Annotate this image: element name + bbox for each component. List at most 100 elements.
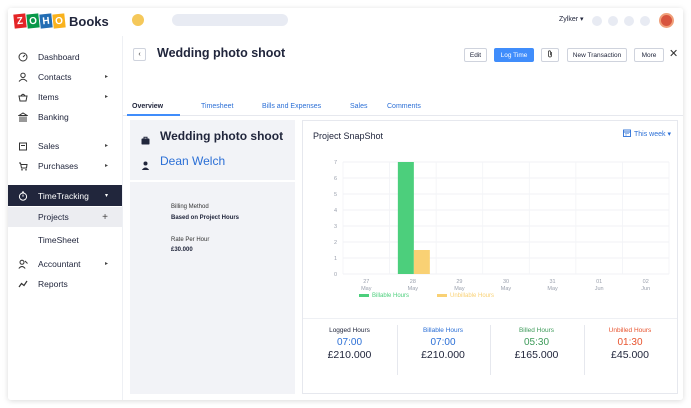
- unbillable-bar: [413, 250, 430, 274]
- bank-icon: [18, 111, 28, 122]
- summary-hours: 01:30: [617, 337, 643, 348]
- sidebar-item-dashboard[interactable]: Dashboard: [8, 46, 122, 67]
- chevron-right-icon: ▸: [104, 163, 108, 169]
- logo-letter: H: [39, 13, 53, 29]
- x-tick-label: May: [454, 286, 465, 292]
- new-transaction-button[interactable]: New Transaction: [567, 48, 627, 62]
- settings-icon[interactable]: [624, 16, 634, 26]
- x-tick-label: May: [408, 286, 419, 292]
- summary-hours: 07:00: [336, 337, 363, 348]
- tab-timesheet[interactable]: Timesheet: [201, 103, 233, 110]
- summary-logged-hours: Logged Hours 07:00 £210.000: [303, 327, 396, 361]
- y-tick-label: 5: [334, 192, 337, 198]
- project-name-row: Wedding photo shoot: [141, 129, 283, 144]
- divider: [490, 325, 491, 375]
- x-tick-label: 31: [550, 279, 556, 285]
- zoho-books-logo[interactable]: Z O H O Books: [13, 13, 109, 29]
- sidebar-item-accountant[interactable]: Accountant ▸: [8, 253, 122, 274]
- summary-amount: £165.000: [514, 349, 559, 361]
- tab-bills-and-expenses[interactable]: Bills and Expenses: [262, 103, 321, 110]
- sidebar-item-label: Projects: [38, 212, 69, 222]
- billing-method-value: Based on Project Hours: [171, 215, 240, 221]
- calendar-icon: [623, 129, 631, 139]
- summary-amount: £210.000: [421, 349, 465, 361]
- summary-unbilled-hours: Unbilled Hours 01:30 £45.000: [584, 327, 677, 361]
- sidebar-item-projects[interactable]: Projects +: [8, 207, 122, 227]
- sidebar-item-label: Sales: [38, 140, 60, 151]
- sidebar-item-label: TimeTracking: [38, 190, 89, 201]
- divider: [303, 318, 677, 319]
- period-label: This week: [633, 130, 666, 138]
- sidebar-item-items[interactable]: Items ▸: [8, 86, 122, 107]
- x-tick-label: May: [501, 286, 512, 292]
- snapshot-title: Project SnapShot: [313, 131, 384, 141]
- summary-label: Billable Hours: [422, 327, 464, 334]
- summary-label: Logged Hours: [329, 327, 370, 334]
- search-input[interactable]: [172, 14, 288, 26]
- help-icon[interactable]: [592, 16, 602, 26]
- legend-swatch: [437, 294, 447, 297]
- dashboard-icon: [18, 52, 28, 62]
- project-snapshot-card: Project SnapShot This week ▾ 0 1 2 3 4 5 6 7 27 M…: [302, 120, 678, 394]
- x-tick-label: 27: [363, 279, 369, 285]
- tab-overview[interactable]: Overview: [132, 103, 163, 110]
- close-icon[interactable]: ✕: [669, 47, 678, 60]
- tab-sales[interactable]: Sales: [350, 103, 368, 110]
- stopwatch-icon: [18, 191, 28, 201]
- more-button[interactable]: More: [634, 48, 664, 62]
- chevron-down-icon: ▾: [104, 193, 108, 199]
- x-tick-label: 01: [596, 279, 602, 285]
- accountant-icon: [18, 259, 28, 269]
- summary-hours: 07:00: [430, 337, 456, 348]
- hours-bar-chart: 0123456727May28May29May30May31May01Jun02…: [334, 160, 670, 299]
- reports-icon: [18, 279, 28, 289]
- divider: [583, 325, 585, 375]
- sidebar-item-purchases[interactable]: Purchases ▸: [8, 155, 122, 176]
- top-bar: Z O H O Books Zylker ▾: [8, 8, 683, 36]
- notifications-icon[interactable]: [608, 16, 618, 26]
- project-header-card: Wedding photo shoot Dean Welch: [130, 120, 295, 180]
- paperclip-icon: [547, 50, 553, 60]
- tab-comments[interactable]: Comments: [387, 103, 421, 110]
- customer-link[interactable]: Dean Welch: [160, 154, 225, 168]
- sidebar-item-timetracking[interactable]: TimeTracking ▾: [8, 185, 122, 206]
- summary-label: Billed Hours: [518, 327, 555, 334]
- period-selector[interactable]: This week ▾: [623, 129, 671, 139]
- log-time-button[interactable]: Log Time: [494, 48, 534, 62]
- billing-method-label: Billing Method: [171, 204, 209, 210]
- sidebar-item-contacts[interactable]: Contacts ▸: [8, 66, 122, 87]
- project-info-panel: Wedding photo shoot Dean Welch Billing M…: [130, 120, 295, 394]
- briefcase-icon: [141, 132, 150, 144]
- summary-amount: £45.000: [611, 349, 649, 361]
- x-tick-label: May: [361, 286, 372, 292]
- avatar[interactable]: [659, 13, 674, 28]
- sidebar-item-banking[interactable]: Banking: [8, 106, 122, 127]
- apps-icon[interactable]: [640, 16, 650, 26]
- edit-button[interactable]: Edit: [464, 48, 487, 62]
- notification-dot-icon[interactable]: [132, 14, 144, 26]
- attachment-button[interactable]: [541, 48, 559, 62]
- x-tick-label: 29: [456, 279, 462, 285]
- organization-switcher[interactable]: Zylker ▾: [559, 15, 584, 23]
- y-tick-label: 1: [334, 256, 337, 262]
- legend-label: Billable Hours: [372, 293, 409, 299]
- sidebar-item-timesheet[interactable]: TimeSheet: [8, 230, 122, 250]
- back-button[interactable]: ‹: [133, 48, 146, 61]
- x-tick-label: 02: [643, 279, 649, 285]
- x-tick-label: May: [547, 286, 558, 292]
- add-project-icon[interactable]: +: [102, 212, 108, 223]
- x-tick-label: Jun: [595, 286, 604, 292]
- legend-label: Unbillable Hours: [450, 293, 494, 299]
- tab-bar: Overview Timesheet Bills and Expenses Sa…: [123, 100, 683, 116]
- divider: [130, 180, 295, 182]
- x-tick-label: Jun: [641, 286, 650, 292]
- sidebar-item-label: Accountant: [38, 258, 81, 269]
- chevron-right-icon: ▸: [104, 261, 108, 267]
- sidebar-item-sales[interactable]: Sales ▸: [8, 135, 122, 156]
- sidebar-item-reports[interactable]: Reports: [8, 273, 122, 294]
- sales-icon: [18, 141, 28, 151]
- contacts-icon: [18, 72, 28, 82]
- organization-name: Zylker: [559, 16, 579, 23]
- active-tab-indicator: [127, 114, 180, 116]
- main-content: ‹ Wedding photo shoot Edit Log Time New …: [122, 36, 683, 400]
